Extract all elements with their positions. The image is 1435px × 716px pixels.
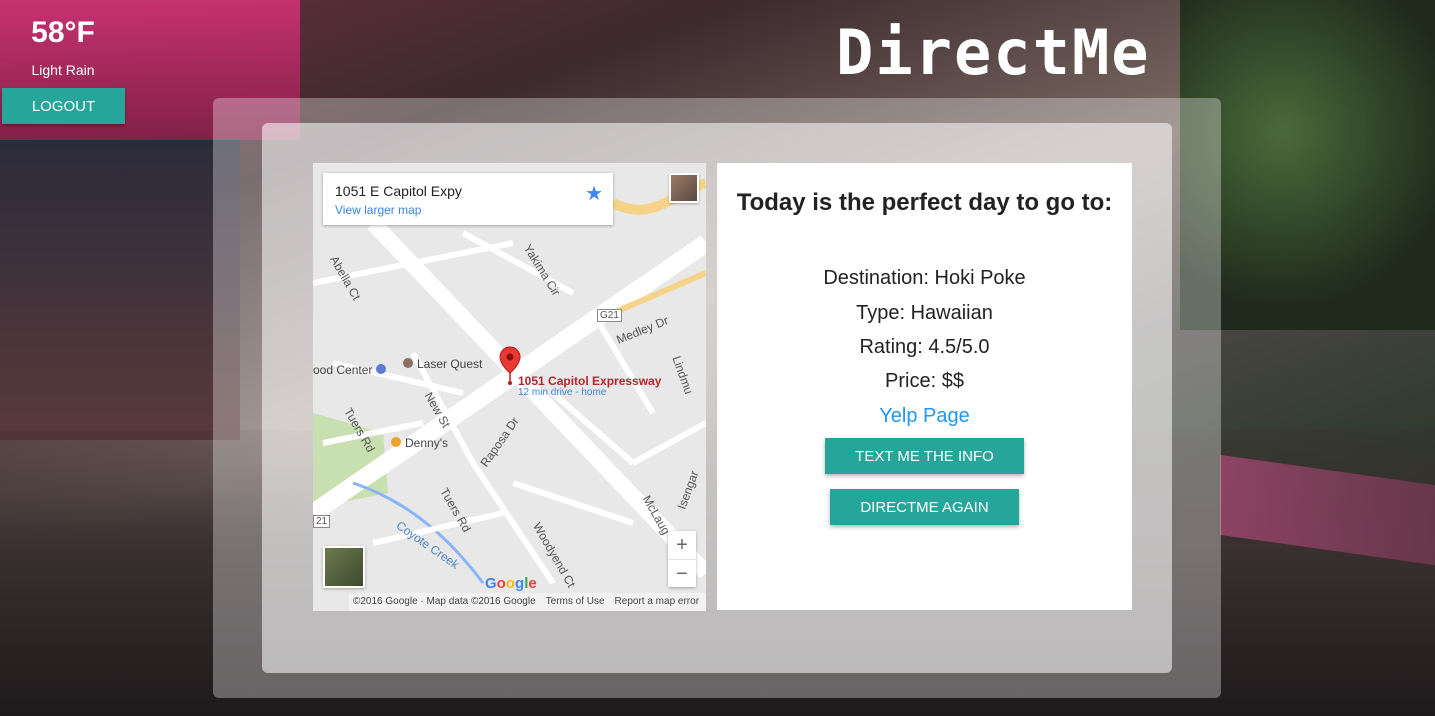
place-name: Denny's xyxy=(405,436,448,450)
place-name: Laser Quest xyxy=(417,357,483,371)
rating-text: Rating: 4.5/5.0 xyxy=(859,336,990,358)
temperature: 58°F xyxy=(31,16,95,49)
recommendation-card: Today is the perfect day to go to: Desti… xyxy=(717,163,1132,610)
satellite-toggle[interactable] xyxy=(323,546,365,588)
place-icon xyxy=(403,358,413,368)
background-storefront xyxy=(0,140,240,440)
weather-widget: 58°F Light Rain xyxy=(0,12,126,78)
type-text: Type: Hawaiian xyxy=(856,302,993,324)
report-error-link[interactable]: Report a map error xyxy=(615,593,699,611)
map-footer: ©2016 Google · Map data ©2016 Google Ter… xyxy=(349,593,706,611)
highway-shield: 21 xyxy=(313,515,331,528)
zoom-in-button[interactable]: + xyxy=(668,531,696,560)
place-name: ood Center xyxy=(313,363,373,377)
map-embed[interactable]: Abella Ct Yakima Cir Medley Dr Lindmu Ne… xyxy=(313,163,706,611)
pin-label: 1051 Capitol Expressway xyxy=(518,374,662,388)
zoom-out-button[interactable]: − xyxy=(668,560,696,588)
place-label: Laser Quest xyxy=(403,357,482,371)
destination-text: Destination: Hoki Poke xyxy=(823,267,1026,289)
google-logo: Google xyxy=(485,575,537,592)
view-larger-map-link[interactable]: View larger map xyxy=(335,203,421,217)
yelp-link[interactable]: Yelp Page xyxy=(717,405,1132,428)
zoom-control: + − xyxy=(668,531,696,587)
pin-sublabel: 12 min drive - home xyxy=(518,387,607,398)
logout-button[interactable]: LOGOUT xyxy=(2,88,125,124)
place-label: ood Center xyxy=(313,363,387,377)
terms-link[interactable]: Terms of Use xyxy=(546,593,605,611)
map-info-card: 1051 E Capitol Expy View larger map ★ xyxy=(323,173,613,225)
price-text: Price: $$ xyxy=(885,370,964,392)
highway-shield: G21 xyxy=(597,309,622,322)
recommendation-title: Today is the perfect day to go to: xyxy=(736,189,1113,216)
star-icon[interactable]: ★ xyxy=(585,181,603,206)
weather-condition: Light Rain xyxy=(31,62,95,78)
app-logo: DirectMe xyxy=(836,16,1151,89)
shopping-icon xyxy=(376,364,387,374)
user-avatar[interactable] xyxy=(669,173,699,203)
restaurant-icon xyxy=(391,437,401,447)
map-copyright: ©2016 Google · Map data ©2016 Google xyxy=(353,596,536,607)
map-address: 1051 E Capitol Expy xyxy=(335,183,462,199)
place-label: Denny's xyxy=(391,436,448,450)
directme-again-button[interactable]: DIRECTME AGAIN xyxy=(830,489,1019,525)
text-me-button[interactable]: TEXT ME THE INFO xyxy=(825,438,1024,474)
